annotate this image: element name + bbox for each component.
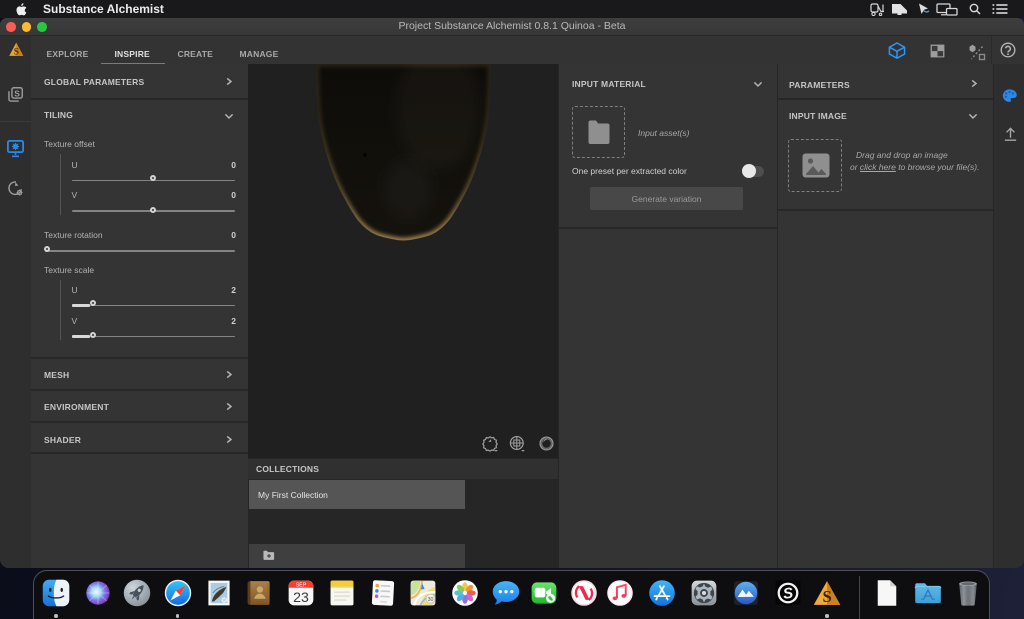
svg-text:S: S — [14, 48, 19, 57]
svg-text:S: S — [14, 88, 20, 98]
svg-text:SEP: SEP — [295, 582, 306, 588]
svg-text:30: 30 — [427, 597, 433, 603]
svg-text:23: 23 — [293, 589, 309, 605]
svg-text:S: S — [822, 587, 831, 606]
